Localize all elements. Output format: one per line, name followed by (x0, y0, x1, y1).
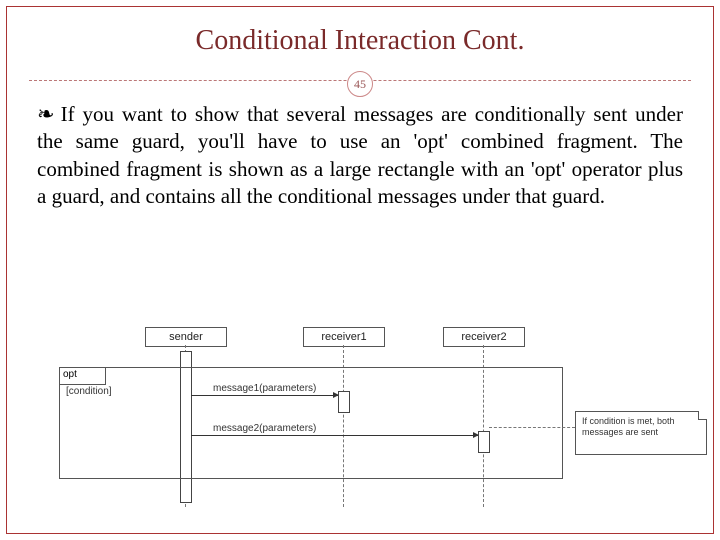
sequence-diagram: sender receiver1 receiver2 opt [conditio… (53, 327, 681, 507)
slide-title: Conditional Interaction Cont. (7, 25, 713, 57)
lifeline-receiver2: receiver2 (443, 327, 525, 347)
opt-guard: [condition] (66, 386, 112, 397)
opt-operator-label: opt (60, 368, 106, 385)
activation-receiver2 (478, 431, 490, 453)
message2-arrow (191, 435, 478, 436)
message1-label: message1(parameters) (213, 383, 316, 394)
diagram-note: If condition is met, both messages are s… (575, 411, 707, 455)
activation-receiver1 (338, 391, 350, 413)
page-number-badge: 45 (347, 71, 373, 97)
lifeline-sender: sender (145, 327, 227, 347)
note-connector (489, 427, 575, 428)
message2-label: message2(parameters) (213, 423, 316, 434)
lifeline-receiver1: receiver1 (303, 327, 385, 347)
bullet-icon: ❧ (37, 102, 55, 126)
slide-frame: Conditional Interaction Cont. 45 ❧If you… (6, 6, 714, 534)
body-paragraph: ❧If you want to show that several messag… (37, 101, 683, 210)
body-text: If you want to show that several message… (37, 102, 683, 208)
divider: 45 (29, 71, 691, 91)
message1-arrow (191, 395, 338, 396)
